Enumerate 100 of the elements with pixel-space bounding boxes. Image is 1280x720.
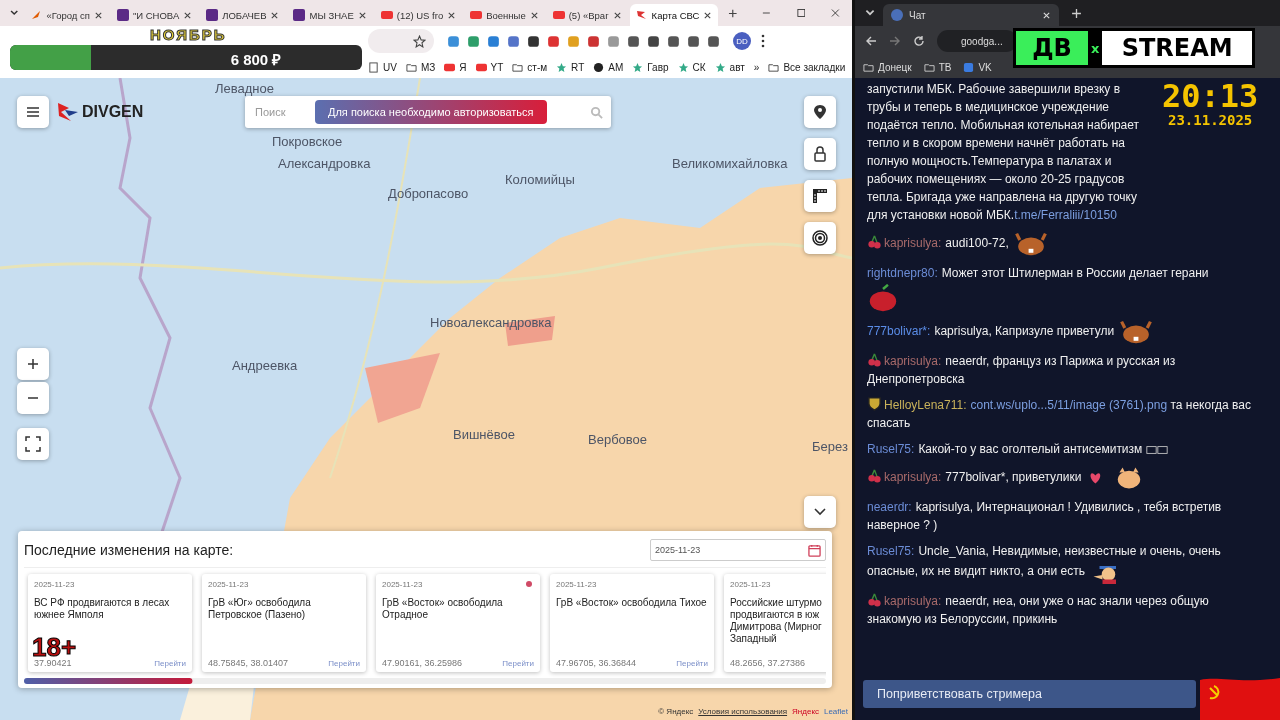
greet-streamer-button[interactable]: Поприветствовать стримера (863, 680, 1196, 708)
chevron-down-icon (814, 508, 826, 516)
card-coordinates: 47.96705, 36.36844 (556, 658, 637, 668)
browser-tab[interactable]: (12) US fro (374, 4, 463, 26)
browser-tab[interactable]: (5) «Враг (546, 4, 628, 26)
chat-message: HelloyLena711: cont.ws/uplo...5/11/image (3761).png та некогда вас спасать (867, 398, 1251, 430)
close-icon[interactable] (270, 10, 280, 20)
chat-link[interactable]: cont.ws/uplo...5/11/image (3761).png (970, 398, 1168, 412)
chat-username[interactable]: 777bolivar*: (867, 324, 931, 339)
news-card[interactable]: 2025-11-23 ГрВ «Юг» освободила Петровское (Пазено) 48.75845, 38.01407 Перейти (202, 574, 366, 672)
menu-icon (26, 105, 40, 119)
lock-button[interactable] (804, 138, 836, 170)
close-icon[interactable] (529, 10, 539, 20)
menu-button[interactable] (17, 96, 49, 128)
star-icon[interactable] (413, 34, 426, 48)
chat-message: Rusel75: Какой-то у вас оголтелый антисемитизм (867, 442, 1169, 456)
new-tab-icon[interactable] (728, 7, 738, 19)
bookmark[interactable]: RT (556, 61, 585, 73)
card-date: 2025-11-23 (730, 580, 772, 589)
extension-icon[interactable] (666, 33, 681, 49)
chat-username[interactable]: HelloyLena711: (884, 398, 967, 412)
leaflet-link[interactable]: Leaflet (823, 707, 848, 716)
browser-tab[interactable]: Военные (464, 4, 545, 26)
date-field[interactable]: 2025-11-23 (650, 539, 826, 561)
cherry-icon (867, 234, 882, 250)
close-icon[interactable] (703, 10, 713, 20)
play-icon (552, 9, 565, 21)
play-icon (380, 9, 393, 21)
back-icon[interactable] (865, 35, 877, 47)
bookmark[interactable]: UV (368, 61, 397, 73)
bookmark[interactable]: СК (677, 61, 706, 73)
panel-title: Последние изменения на карте: (24, 542, 234, 558)
chat-username[interactable]: kaprisulya: (884, 354, 942, 368)
reload-icon[interactable] (913, 35, 925, 47)
chat-message: запустили МБК. Рабочие завершили врезку в трубы и теперь в медицинское учреждение подаётся тепло. Мобильная котельная набирает тепло и в скором времени начнёт работать на полную мощность.Температура в палатах и рабочих помещениях — около 20-25 градусов тепла. Бригада уже направлена на другую точку для установки новой МБК.t.me/Ferraliii/10150 (867, 82, 1140, 222)
chat-username[interactable]: kaprisulya: (884, 470, 942, 485)
bookmark[interactable]: авт (714, 61, 745, 73)
clock-time: 20:13 (1162, 80, 1259, 112)
copyright-text: © Яндекс (658, 707, 694, 716)
maximize-icon[interactable] (796, 8, 806, 18)
browser-tab[interactable]: "И СНОВА (110, 4, 199, 26)
bookmark[interactable]: AM (593, 61, 624, 73)
address-bar[interactable] (368, 29, 434, 53)
target-button[interactable] (804, 222, 836, 254)
chat-username[interactable]: kaprisulya: (884, 594, 942, 608)
bookmark[interactable]: » (753, 61, 760, 73)
forward-icon[interactable] (889, 35, 901, 47)
chat-username[interactable]: Rusel75: (867, 544, 915, 558)
placeholder-glyph-icon (1146, 444, 1169, 455)
browser-tab[interactable]: Карта СВС (629, 4, 719, 26)
ruler-button[interactable] (804, 180, 836, 212)
bookmark[interactable]: ст-м (512, 61, 548, 73)
more-icon[interactable] (761, 34, 765, 48)
bookmark[interactable]: Донецк (863, 61, 912, 73)
play-icon (475, 61, 487, 73)
profile-avatar[interactable]: DD (733, 32, 751, 50)
chat-username[interactable]: neaerdr: (867, 500, 912, 514)
extension-icon[interactable] (686, 33, 701, 49)
calendar-icon[interactable] (808, 543, 821, 557)
terms-link[interactable]: Условия использования (698, 707, 788, 716)
close-icon[interactable] (447, 10, 457, 20)
bookmark[interactable]: Все закладки (768, 61, 846, 73)
place-label: Вишнёвое (453, 427, 515, 442)
extension-icon[interactable] (526, 33, 541, 49)
news-card[interactable]: 2025-11-23 ГрВ «Восток» освободила Отрадное 47.90161, 36.25986 Перейти (376, 574, 540, 672)
chat-username[interactable]: Rusel75: (867, 442, 915, 456)
play-icon (444, 61, 456, 73)
extension-icon[interactable] (706, 33, 721, 49)
browser-tab[interactable]: «Город сп (24, 4, 109, 26)
place-label: Андреевка (232, 358, 298, 373)
bookmark[interactable]: YT (475, 61, 504, 73)
scrollbar[interactable] (24, 678, 826, 684)
bookmark[interactable]: Я (444, 61, 467, 73)
extension-icon[interactable] (646, 33, 661, 49)
bookmark[interactable]: Гавр (632, 61, 669, 73)
browser-tab[interactable]: Чат (883, 4, 1059, 26)
collapse-button[interactable] (804, 496, 836, 528)
news-card[interactable]: 2025-11-23 ГрВ «Восток» освободила Тихое 47.96705, 36.36844 Перейти (550, 574, 714, 672)
news-card[interactable]: 2025-11-23 Российские штурмо продвигаются в юж Димитрова (Мирног Западный 48.2656, 37.27386 (724, 574, 826, 672)
play-icon (470, 9, 483, 21)
bookmark[interactable]: МЗ (405, 61, 436, 73)
close-icon[interactable] (183, 10, 193, 20)
star-icon (677, 61, 689, 73)
beaver-emote-icon (1118, 320, 1155, 344)
close-icon[interactable] (612, 10, 622, 20)
extension-icon[interactable] (626, 33, 641, 49)
close-icon[interactable] (93, 10, 103, 20)
browser-tab[interactable]: МЫ ЗНАЕ (287, 4, 373, 26)
fullscreen-button[interactable] (17, 428, 49, 460)
chat-username[interactable]: rightdnepr80: (867, 266, 938, 280)
hammer-and-sickle-flag-icon (1200, 676, 1280, 720)
browser-tab[interactable]: ЛОБАЧЕВ (200, 4, 286, 26)
chat-username[interactable]: kaprisulya: (884, 236, 942, 251)
zoom-in-button[interactable] (17, 348, 49, 380)
bookmark[interactable]: VK (963, 61, 992, 73)
chat-link[interactable]: t.me/Ferraliii/10150 (1014, 208, 1117, 222)
bookmark[interactable]: ТВ (923, 61, 952, 73)
close-icon[interactable] (357, 10, 367, 20)
chat-message: neaerdr: kaprisulya, Интернационал ! Удивились , тебя встретив наверное ? ) (867, 500, 1222, 532)
location-button[interactable] (804, 96, 836, 128)
